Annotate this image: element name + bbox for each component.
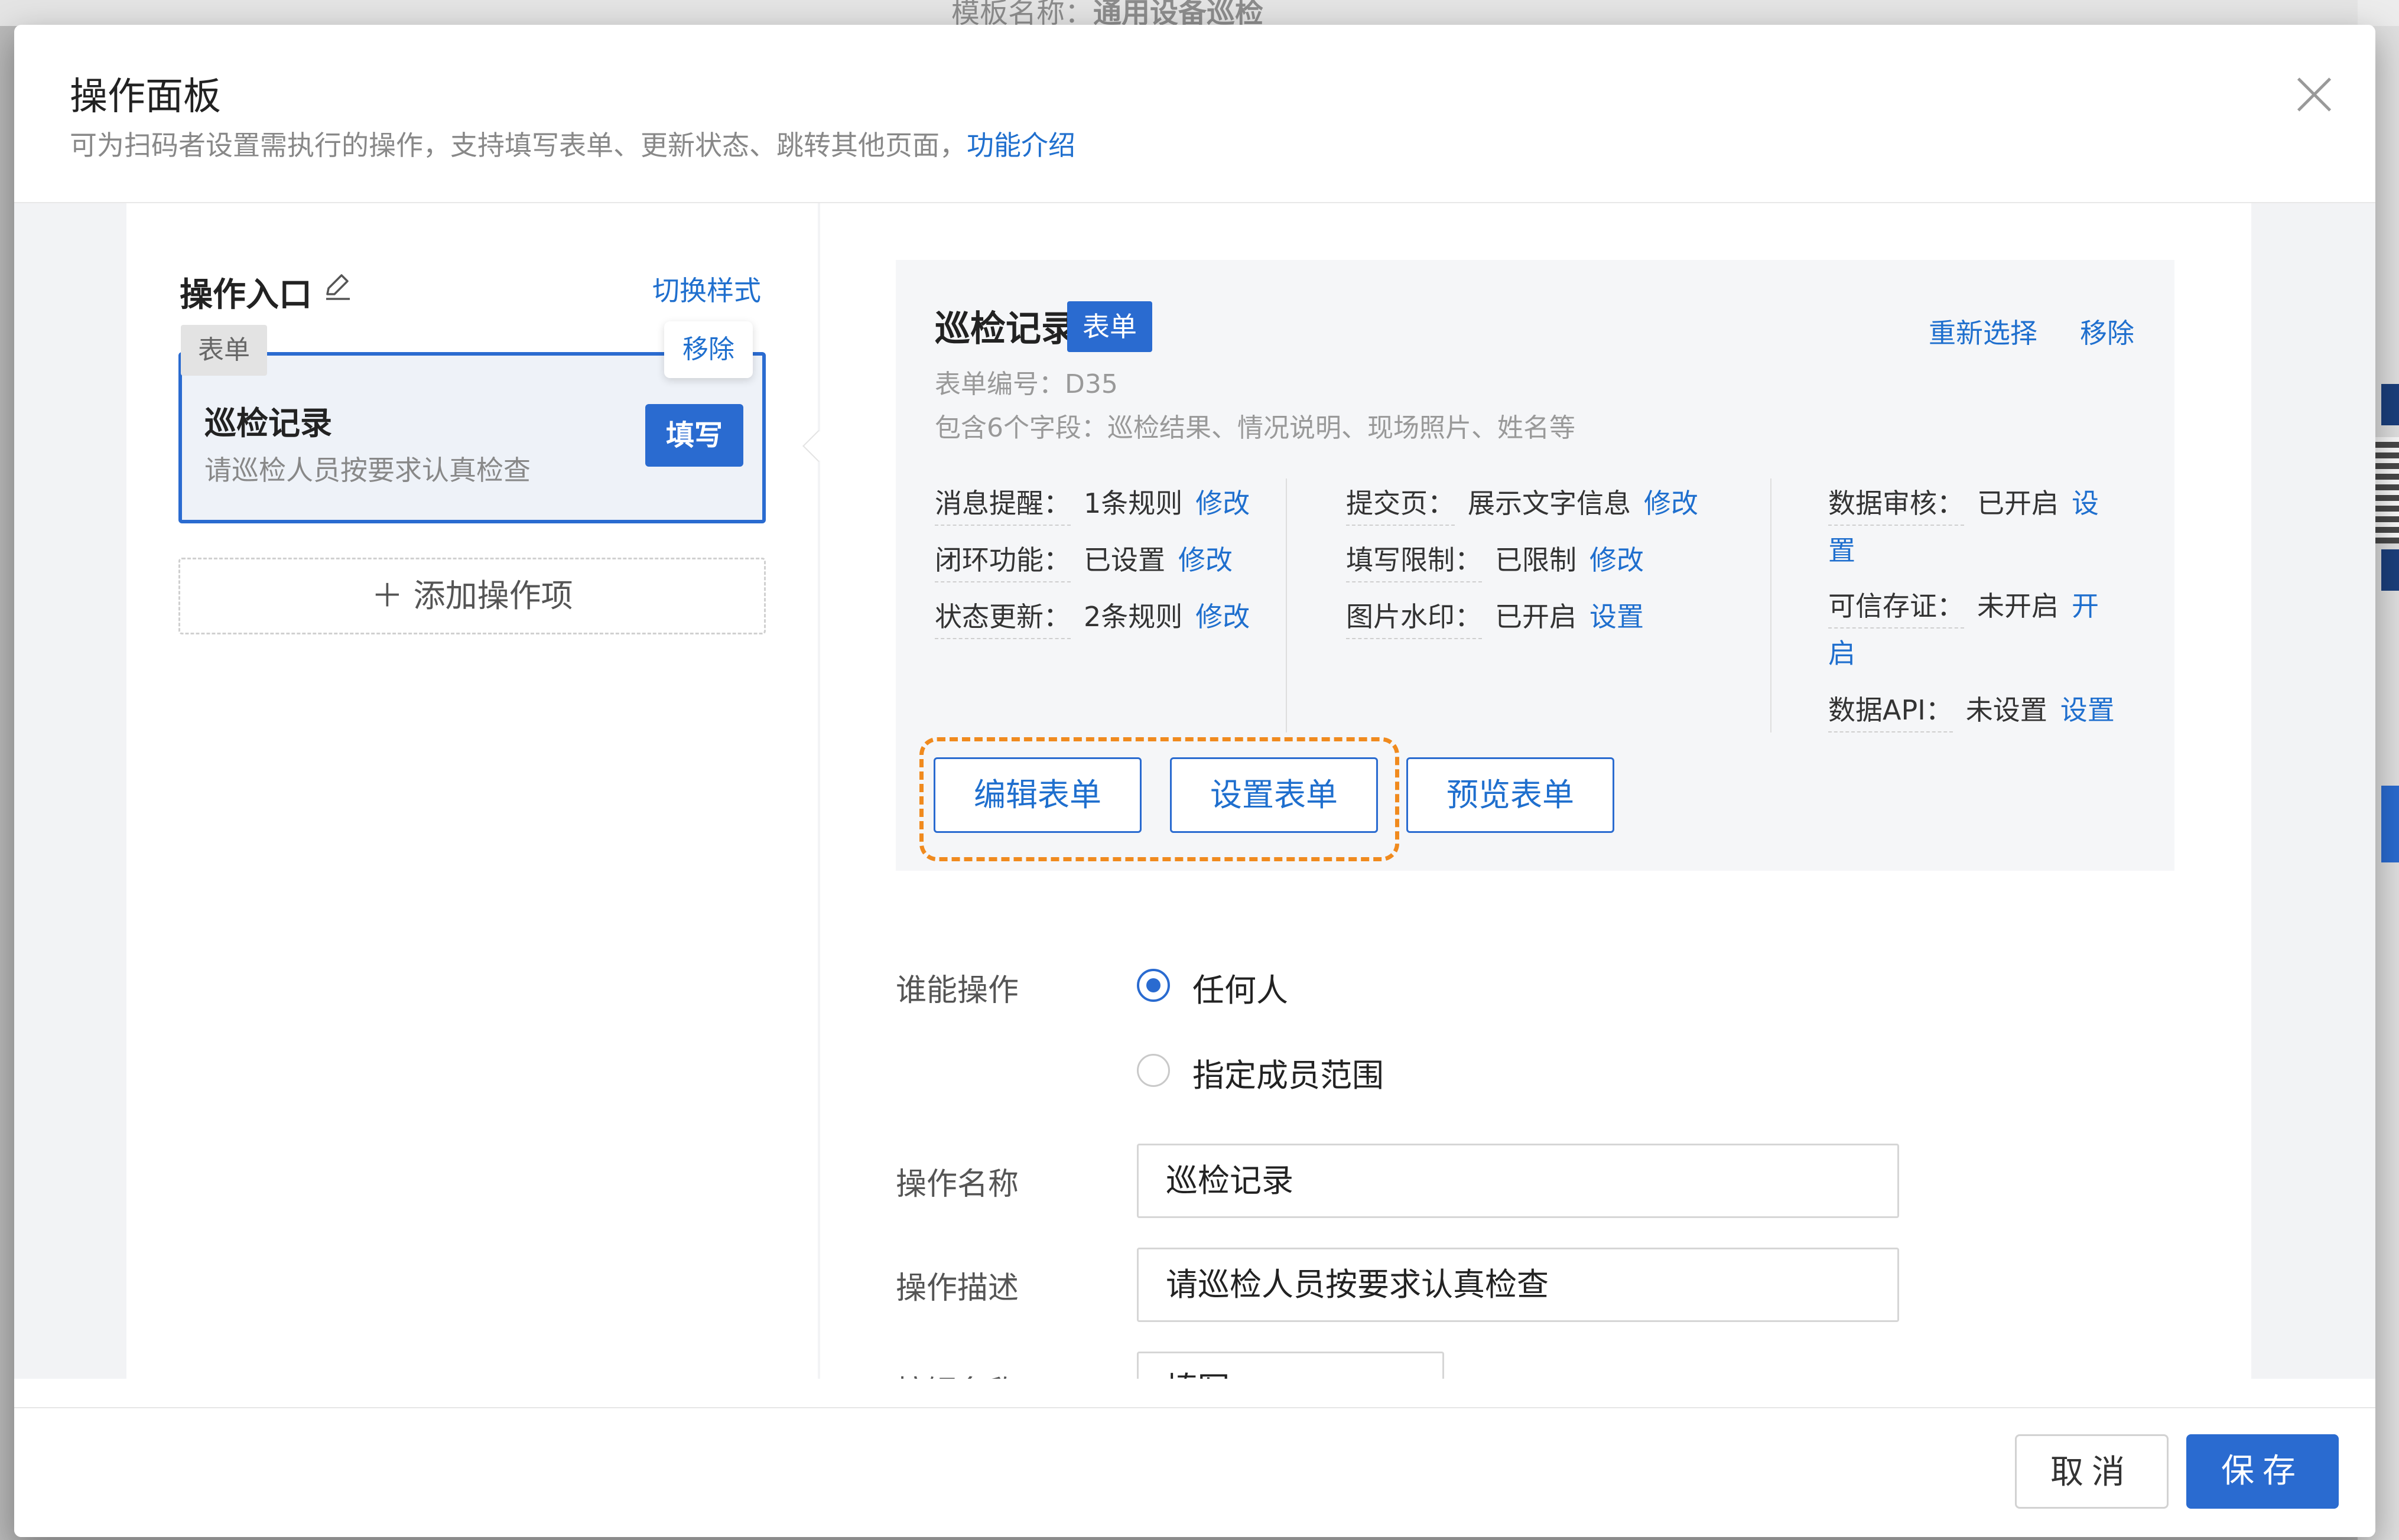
operation-name-label: 操作名称	[896, 1167, 1019, 1202]
radio-specified-members-label[interactable]: 指定成员范围	[1192, 1049, 1384, 1096]
setting-value: 2条规则	[1084, 601, 1183, 633]
background-button	[2381, 786, 2399, 862]
setting-image-watermark: 图片水印： 已开启 设置	[1346, 595, 1644, 639]
setting-value: 展示文字信息	[1468, 487, 1631, 519]
background-qr-code	[2375, 437, 2399, 543]
setting-value: 未开启	[1977, 590, 2059, 622]
setting-key: 填写限制：	[1346, 539, 1482, 582]
setting-action-link[interactable]: 修改	[1178, 544, 1233, 576]
save-button[interactable]: 保存	[2186, 1434, 2339, 1509]
cancel-button[interactable]: 取消	[2015, 1434, 2169, 1509]
operation-desc-label: 操作描述	[896, 1271, 1019, 1306]
setting-key: 数据API：	[1828, 689, 1953, 732]
setting-action-link-wrap[interactable]: 置	[1828, 529, 1855, 568]
setting-action-link[interactable]: 修改	[1589, 544, 1644, 576]
button-name-label: 按钮名称	[896, 1367, 1019, 1379]
setting-value: 已开启	[1977, 487, 2059, 519]
modal-footer: 取消 保存	[14, 1407, 2375, 1537]
operation-panel-modal: 操作面板 可为扫码者设置需执行的操作，支持填写表单、更新状态、跳转其他页面，功能…	[14, 25, 2375, 1537]
setting-key: 消息提醒：	[935, 482, 1071, 526]
setting-value: 已设置	[1084, 544, 1165, 576]
settings-divider	[1286, 478, 1287, 732]
setting-message-reminder: 消息提醒： 1条规则 修改	[935, 482, 1250, 526]
entry-type-tag: 表单	[181, 325, 267, 376]
entry-name: 巡检记录	[204, 405, 332, 442]
operation-detail-panel: 巡检记录 表单 重新选择 移除 表单编号：D35 包含6个字段：巡检结果、情况说…	[820, 203, 2251, 1379]
who-can-operate-label: 谁能操作	[896, 973, 1019, 1008]
setting-value: 未设置	[1965, 694, 2047, 726]
close-icon[interactable]	[2290, 71, 2338, 118]
setting-action-link[interactable]: 设置	[2060, 694, 2115, 726]
edit-form-button[interactable]: 编辑表单	[934, 757, 1142, 833]
radio-anyone-label[interactable]: 任何人	[1192, 964, 1288, 1011]
reselect-link[interactable]: 重新选择	[1929, 312, 2037, 351]
pencil-icon[interactable]	[321, 269, 355, 302]
setting-action-link[interactable]: 设	[2072, 487, 2099, 519]
setting-action-link[interactable]: 设置	[1589, 601, 1644, 633]
setting-data-api: 数据API： 未设置 设置	[1828, 689, 2115, 732]
radio-anyone[interactable]	[1137, 969, 1170, 1002]
background-template-title: 模板名称：通用设备巡检	[951, 0, 1264, 30]
operation-desc-input[interactable]: 请巡检人员按要求认真检查	[1137, 1248, 1899, 1322]
form-settings-button[interactable]: 设置表单	[1170, 757, 1378, 833]
add-operation-button[interactable]: ＋ 添加操作项	[178, 558, 766, 634]
preview-form-button[interactable]: 预览表单	[1406, 757, 1614, 833]
setting-action-link[interactable]: 开	[2072, 590, 2099, 622]
setting-action-link[interactable]: 修改	[1644, 487, 1698, 519]
setting-key: 图片水印：	[1346, 595, 1482, 639]
setting-key: 可信存证：	[1828, 585, 1964, 629]
form-code: 表单编号：D35	[935, 369, 1118, 399]
background-topbar: 模板名称：通用设备巡检	[0, 0, 2399, 30]
modal-header: 操作面板 可为扫码者设置需执行的操作，支持填写表单、更新状态、跳转其他页面，功能…	[14, 25, 2375, 203]
form-name: 巡检记录	[935, 308, 1077, 350]
operation-entry-title: 操作入口	[180, 276, 312, 314]
background-block	[2381, 549, 2399, 591]
operation-name-input[interactable]: 巡检记录	[1137, 1144, 1899, 1218]
operation-entry-panel: 操作入口 切换样式 表单 移除 巡检记录 请巡检人员按要求认真检查 填写 ＋ 添…	[126, 203, 818, 1379]
setting-key: 提交页：	[1346, 482, 1455, 526]
setting-fill-limit: 填写限制： 已限制 修改	[1346, 539, 1644, 582]
setting-action-link[interactable]: 修改	[1195, 601, 1250, 633]
form-fields-summary: 包含6个字段：巡检结果、情况说明、现场照片、姓名等	[935, 413, 1575, 443]
feature-intro-link[interactable]: 功能介绍	[967, 129, 1075, 161]
setting-key: 状态更新：	[935, 595, 1071, 639]
setting-value: 已开启	[1495, 601, 1576, 633]
setting-trusted-evidence: 可信存证： 未开启开	[1828, 585, 2099, 629]
button-name-input[interactable]: 填写	[1137, 1352, 1444, 1379]
setting-action-link-wrap[interactable]: 启	[1828, 632, 1855, 671]
modal-title: 操作面板	[70, 75, 221, 119]
setting-key: 闭环功能：	[935, 539, 1071, 582]
remove-form-link[interactable]: 移除	[2080, 312, 2134, 351]
radio-specified-members[interactable]	[1137, 1054, 1170, 1087]
operation-entry-card[interactable]: 表单 移除 巡检记录 请巡检人员按要求认真检查 填写	[178, 321, 766, 523]
background-block	[2381, 384, 2399, 425]
setting-value: 已限制	[1495, 544, 1576, 576]
entry-remove-button[interactable]: 移除	[664, 321, 753, 378]
entry-fill-button[interactable]: 填写	[645, 404, 743, 467]
setting-key: 数据审核：	[1828, 482, 1964, 526]
setting-value: 1条规则	[1084, 487, 1183, 519]
settings-divider	[1770, 478, 1771, 732]
modal-subtitle-text: 可为扫码者设置需执行的操作，支持填写表单、更新状态、跳转其他页面，	[70, 129, 967, 161]
setting-closed-loop: 闭环功能： 已设置 修改	[935, 539, 1233, 582]
setting-data-review: 数据审核： 已开启设	[1828, 482, 2099, 526]
modal-body: 操作入口 切换样式 表单 移除 巡检记录 请巡检人员按要求认真检查 填写 ＋ 添…	[14, 203, 2375, 1379]
setting-status-update: 状态更新： 2条规则 修改	[935, 595, 1250, 639]
setting-submit-page: 提交页： 展示文字信息 修改	[1346, 482, 1698, 526]
entry-description: 请巡检人员按要求认真检查	[204, 454, 531, 486]
modal-subtitle: 可为扫码者设置需执行的操作，支持填写表单、更新状态、跳转其他页面，功能介绍	[70, 124, 1075, 163]
setting-action-link[interactable]: 修改	[1195, 487, 1250, 519]
form-card: 巡检记录 表单 重新选择 移除 表单编号：D35 包含6个字段：巡检结果、情况说…	[896, 260, 2174, 871]
form-type-badge: 表单	[1067, 301, 1152, 352]
switch-style-link[interactable]: 切换样式	[652, 269, 761, 308]
